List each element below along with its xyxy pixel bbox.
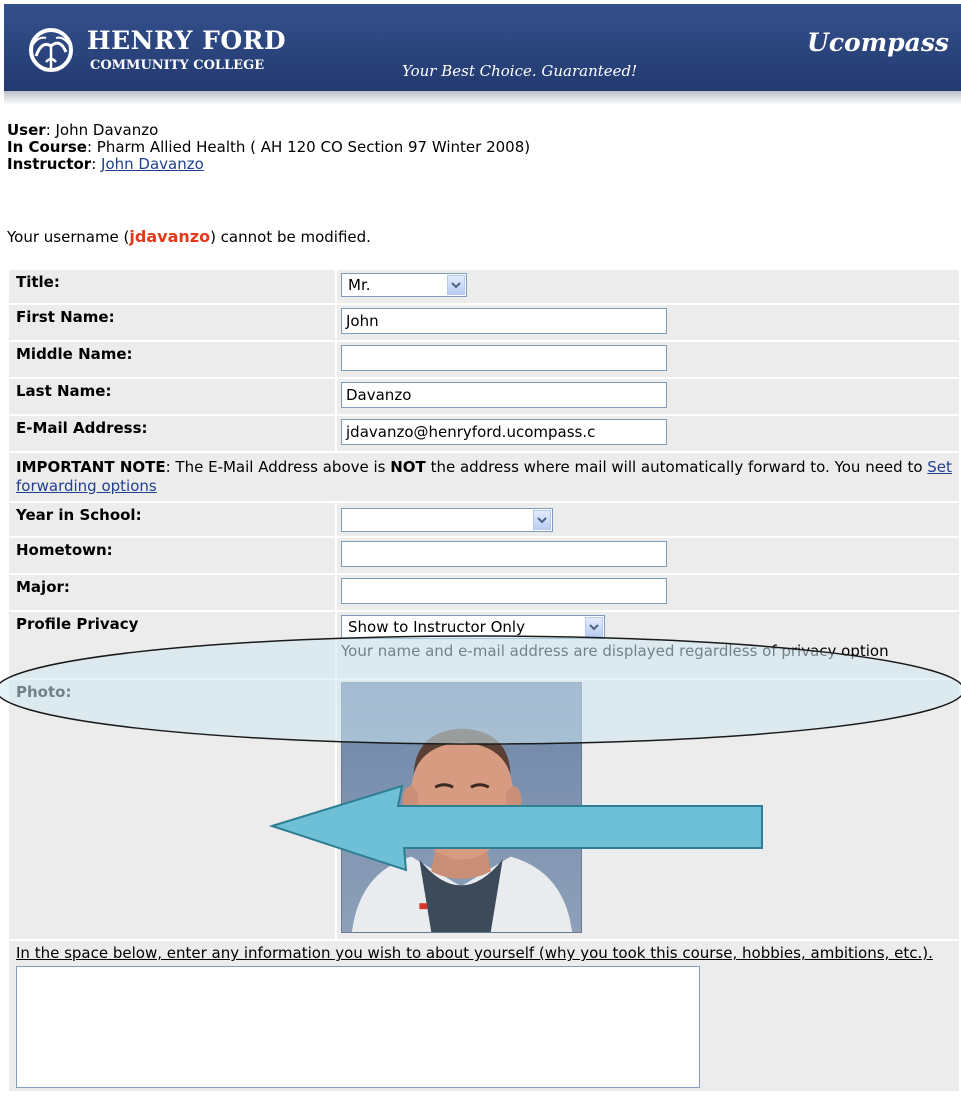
ucompass-brand: Ucompass bbox=[807, 28, 949, 57]
user-label: User bbox=[7, 121, 46, 139]
banner-shadow bbox=[4, 91, 961, 105]
username-value: jdavanzo bbox=[129, 227, 211, 246]
note-not: NOT bbox=[390, 458, 426, 476]
about-row: In the space below, enter any informatio… bbox=[9, 941, 959, 1091]
hometown-row: Hometown: bbox=[9, 538, 959, 573]
about-instructions: In the space below, enter any informatio… bbox=[16, 944, 933, 962]
privacy-help-text: Your name and e-mail address are display… bbox=[341, 642, 889, 660]
username-suffix: ) cannot be modified. bbox=[210, 228, 371, 246]
note-strong: IMPORTANT NOTE bbox=[16, 458, 166, 476]
title-select-value: Mr. bbox=[348, 276, 371, 294]
course-label: In Course bbox=[7, 138, 87, 156]
title-row: Title: Mr. bbox=[9, 270, 959, 303]
instructor-separator: : bbox=[91, 155, 102, 173]
title-cell: Mr. bbox=[337, 270, 959, 303]
year-label: Year in School: bbox=[9, 503, 335, 536]
first-name-row: First Name: John bbox=[9, 305, 959, 340]
chevron-down-icon[interactable] bbox=[533, 510, 551, 530]
middle-name-row: Middle Name: bbox=[9, 342, 959, 377]
major-cell bbox=[337, 575, 959, 610]
privacy-select-value: Show to Instructor Only bbox=[348, 618, 525, 636]
about-section: In the space below, enter any informatio… bbox=[9, 941, 959, 1091]
middle-name-cell bbox=[337, 342, 959, 377]
henry-ford-logo-icon bbox=[29, 28, 73, 72]
last-name-input[interactable]: Davanzo bbox=[341, 382, 667, 408]
privacy-select[interactable]: Show to Instructor Only bbox=[341, 615, 605, 639]
course-line: In Course: Pharm Allied Health ( AH 120 … bbox=[7, 138, 530, 156]
header-banner: HENRY FORD COMMUNITY COLLEGE Your Best C… bbox=[4, 4, 961, 91]
user-line: User: John Davanzo bbox=[7, 121, 158, 139]
chevron-down-icon[interactable] bbox=[447, 275, 465, 295]
hometown-input[interactable] bbox=[341, 541, 667, 567]
last-name-label: Last Name: bbox=[9, 379, 335, 414]
email-row: E-Mail Address: jdavanzo@henryford.ucomp… bbox=[9, 416, 959, 451]
user-value: : John Davanzo bbox=[45, 121, 159, 139]
photo-label: Photo: bbox=[9, 680, 335, 939]
profile-photo bbox=[341, 682, 582, 933]
instructor-link[interactable]: John Davanzo bbox=[101, 155, 204, 173]
photo-cell bbox=[337, 680, 959, 939]
note-text-1: : The E-Mail Address above is bbox=[165, 458, 391, 476]
major-label: Major: bbox=[9, 575, 335, 610]
email-label: E-Mail Address: bbox=[9, 416, 335, 451]
about-textarea[interactable] bbox=[16, 966, 700, 1088]
email-note: IMPORTANT NOTE: The E-Mail Address above… bbox=[9, 453, 959, 501]
privacy-row: Profile Privacy Show to Instructor Only … bbox=[9, 612, 959, 678]
instructor-label: Instructor bbox=[7, 155, 92, 173]
year-select[interactable] bbox=[341, 508, 553, 532]
last-name-cell: Davanzo bbox=[337, 379, 959, 414]
college-name: HENRY FORD bbox=[87, 26, 287, 55]
hometown-cell bbox=[337, 538, 959, 573]
year-cell bbox=[337, 503, 959, 536]
privacy-cell: Show to Instructor Only Your name and e-… bbox=[337, 612, 959, 678]
email-cell: jdavanzo@henryford.ucompass.c bbox=[337, 416, 959, 451]
college-subtitle: COMMUNITY COLLEGE bbox=[90, 58, 265, 73]
first-name-cell: John bbox=[337, 305, 959, 340]
course-value: : Pharm Allied Health ( AH 120 CO Sectio… bbox=[86, 138, 531, 156]
middle-name-label: Middle Name: bbox=[9, 342, 335, 377]
username-prefix: Your username ( bbox=[7, 228, 130, 246]
title-select[interactable]: Mr. bbox=[341, 273, 467, 297]
hometown-label: Hometown: bbox=[9, 538, 335, 573]
username-notice: Your username (jdavanzo) cannot be modif… bbox=[7, 227, 371, 247]
privacy-label: Profile Privacy bbox=[9, 612, 335, 678]
major-input[interactable] bbox=[341, 578, 667, 604]
note-text-2: the address where mail will automaticall… bbox=[425, 458, 928, 476]
photo-row: Photo: bbox=[9, 680, 959, 939]
first-name-input[interactable]: John bbox=[341, 308, 667, 334]
slogan: Your Best Choice. Guaranteed! bbox=[402, 62, 638, 80]
email-input[interactable]: jdavanzo@henryford.ucompass.c bbox=[341, 419, 667, 445]
year-row: Year in School: bbox=[9, 503, 959, 536]
first-name-label: First Name: bbox=[9, 305, 335, 340]
last-name-row: Last Name: Davanzo bbox=[9, 379, 959, 414]
chevron-down-icon[interactable] bbox=[585, 617, 603, 637]
middle-name-input[interactable] bbox=[341, 345, 667, 371]
note-row: IMPORTANT NOTE: The E-Mail Address above… bbox=[9, 453, 959, 501]
instructor-line: Instructor: John Davanzo bbox=[7, 155, 204, 173]
title-label: Title: bbox=[9, 270, 335, 303]
major-row: Major: bbox=[9, 575, 959, 610]
profile-form: Title: Mr. First Name: John Middle Name:… bbox=[7, 268, 961, 1093]
